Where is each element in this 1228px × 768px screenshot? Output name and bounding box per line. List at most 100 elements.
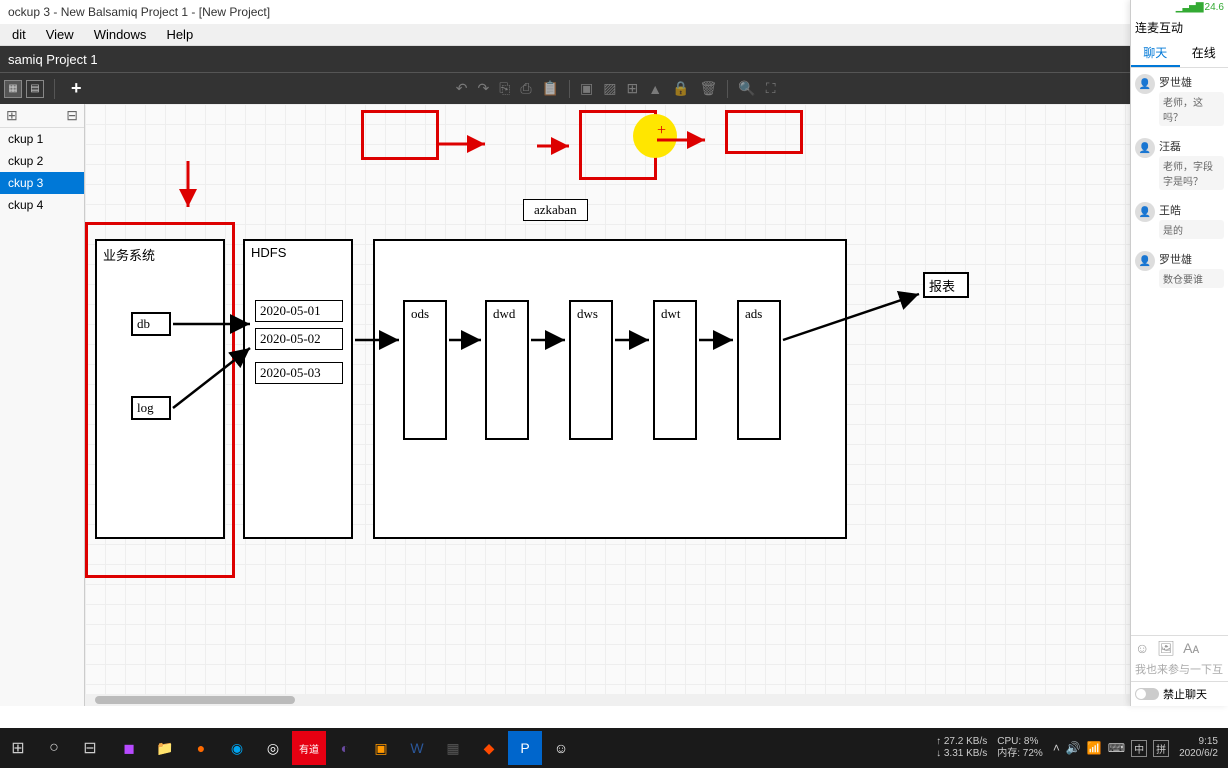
menu-edit[interactable]: dit: [4, 25, 34, 44]
horizontal-scrollbar[interactable]: [85, 694, 1136, 706]
app-youdao-icon[interactable]: 有道: [292, 731, 326, 765]
app-eclipse-icon[interactable]: ◐: [328, 731, 362, 765]
image-icon[interactable]: 🖼: [1157, 640, 1175, 657]
sidebar-item-mockup4[interactable]: ckup 4: [0, 194, 84, 216]
tray-up-icon[interactable]: ˄: [1053, 741, 1060, 755]
annotation-box-1: [361, 110, 439, 160]
app-chrome-icon[interactable]: ◎: [256, 731, 290, 765]
avatar-icon: 👤: [1135, 251, 1155, 271]
app-sublime-icon[interactable]: ▣: [364, 731, 398, 765]
project-header: samiq Project 1: [0, 46, 1228, 72]
app-generic-icon[interactable]: ◆: [472, 731, 506, 765]
app-smile-icon[interactable]: ☺: [544, 731, 578, 765]
chat-input-area: ☺ 🖼 Aᴀ 我也来参与一下互: [1131, 635, 1228, 681]
app-explorer-icon[interactable]: 📁: [148, 731, 182, 765]
chat-message: 👤 汪磊老师，字段字是吗？: [1131, 132, 1228, 196]
stage-ods[interactable]: ods: [403, 300, 447, 440]
front-icon[interactable]: ▲: [648, 81, 662, 97]
toolbar: ▦ ▤ + ↶ ↷ ⎘ ⎙ 📋 ▣ ▨ ⊞ ▲ 🔒 🗑 🔍 ⛶ 🔍 Quick …: [0, 72, 1228, 104]
sidebar-expand-icon[interactable]: ⊞: [6, 107, 18, 124]
db-box[interactable]: db: [131, 312, 171, 336]
net-stats: ↑ 27.2 KB/s↓ 3.31 KB/s: [936, 736, 987, 760]
sidebar-collapse-icon[interactable]: ⊟: [66, 107, 78, 124]
group-icon[interactable]: ▣: [580, 80, 593, 97]
undo-icon[interactable]: ↶: [456, 80, 468, 97]
taskview-icon[interactable]: ⊟: [76, 734, 104, 762]
project-title: samiq Project 1: [8, 52, 98, 67]
menu-help[interactable]: Help: [158, 25, 201, 44]
chat-messages: 👤 罗世雄老师，这吗？ 👤 汪磊老师，字段字是吗？ 👤 王皓是的 👤 罗世雄数仓…: [1131, 68, 1228, 635]
redo-icon[interactable]: ↷: [477, 80, 489, 97]
date-1[interactable]: 2020-05-01: [255, 300, 343, 322]
app-word-icon[interactable]: W: [400, 731, 434, 765]
menu-bar: dit View Windows Help: [0, 24, 1228, 46]
signal-value: 24.6: [1205, 2, 1224, 13]
clock[interactable]: 9:152020/6/2: [1179, 736, 1218, 760]
volume-icon[interactable]: 🔊: [1066, 741, 1081, 755]
cortana-icon[interactable]: ○: [40, 734, 68, 762]
stage-dwd[interactable]: dwd: [485, 300, 529, 440]
avatar-icon: 👤: [1135, 202, 1155, 222]
emoji-icon[interactable]: ☺: [1135, 640, 1149, 657]
font-icon[interactable]: Aᴀ: [1183, 640, 1199, 657]
avatar-icon: 👤: [1135, 74, 1155, 94]
chat-title: 连麦互动: [1131, 15, 1228, 40]
mute-toggle[interactable]: [1135, 688, 1159, 700]
wifi-icon[interactable]: 📶: [1087, 741, 1102, 755]
stage-ads[interactable]: ads: [737, 300, 781, 440]
log-box[interactable]: log: [131, 396, 171, 420]
menu-windows[interactable]: Windows: [86, 25, 155, 44]
annotation-box-3: [725, 110, 803, 154]
report-box[interactable]: 报表: [923, 272, 969, 298]
ime-zh[interactable]: 中: [1131, 740, 1147, 757]
chat-panel: ▁▃▅▇ 24.6 连麦互动 聊天 在线 👤 罗世雄老师，这吗？ 👤 汪磊老师，…: [1130, 0, 1228, 706]
paste-icon[interactable]: ⎙: [520, 80, 531, 97]
stage-dwt[interactable]: dwt: [653, 300, 697, 440]
app-edge-icon[interactable]: ◉: [220, 731, 254, 765]
sys-stats: CPU: 8%内存: 72%: [997, 736, 1043, 760]
chat-input[interactable]: 我也来参与一下互: [1135, 661, 1224, 677]
ime-pin[interactable]: 拼: [1153, 740, 1169, 757]
date-3[interactable]: 2020-05-03: [255, 362, 343, 384]
highlight-circle: [633, 114, 677, 158]
add-mockup-button[interactable]: +: [65, 78, 88, 99]
clipboard-icon[interactable]: 📋: [542, 80, 559, 97]
sidebar-item-mockup2[interactable]: ckup 2: [0, 150, 84, 172]
app-p-icon[interactable]: P: [508, 731, 542, 765]
zoom-icon[interactable]: 🔍: [738, 80, 755, 97]
start-icon[interactable]: ⊞: [4, 734, 32, 762]
copy-icon[interactable]: ⎘: [499, 80, 510, 97]
ungroup-icon[interactable]: ▨: [603, 80, 616, 97]
trash-icon[interactable]: 🗑: [700, 80, 718, 97]
signal-icon: ▁▃▅▇: [1176, 2, 1203, 13]
app-intellij-icon[interactable]: ◼: [112, 731, 146, 765]
window-titlebar: ockup 3 - New Balsamiq Project 1 - [New …: [0, 0, 1228, 24]
chat-message: 👤 罗世雄老师，这吗？: [1131, 68, 1228, 132]
biz-system-box[interactable]: 业务系统: [95, 239, 225, 539]
mute-label: 禁止聊天: [1163, 686, 1207, 702]
chat-message: 👤 罗世雄数仓要谁: [1131, 245, 1228, 294]
sidebar-item-mockup1[interactable]: ckup 1: [0, 128, 84, 150]
menu-view[interactable]: View: [38, 25, 82, 44]
taskbar: ⊞ ○ ⊟ ◼ 📁 ● ◉ ◎ 有道 ◐ ▣ W ▦ ◆ P ☺ ↑ 27.2 …: [0, 728, 1228, 768]
mockup-sidebar: ⊞ ⊟ ckup 1 ckup 2 ckup 3 ckup 4: [0, 104, 85, 706]
stage-dws[interactable]: dws: [569, 300, 613, 440]
sidebar-item-mockup3[interactable]: ckup 3: [0, 172, 84, 194]
lock-icon[interactable]: 🔒: [672, 80, 689, 97]
date-2[interactable]: 2020-05-02: [255, 328, 343, 350]
keyboard-icon[interactable]: ⌨: [1108, 741, 1125, 755]
avatar-icon: 👤: [1135, 138, 1155, 158]
view-grid-icon[interactable]: ▦: [4, 80, 22, 98]
app-vm-icon[interactable]: ▦: [436, 731, 470, 765]
canvas-area[interactable]: + azkaban 业务系统 db log HDFS 2020-05-01 20…: [85, 104, 1148, 706]
window-title: ockup 3 - New Balsamiq Project 1 - [New …: [8, 5, 270, 19]
chat-message: 👤 王皓是的: [1131, 196, 1228, 245]
hdfs-box[interactable]: HDFS: [243, 239, 353, 539]
chat-tab-online[interactable]: 在线: [1180, 40, 1228, 67]
azkaban-label[interactable]: azkaban: [523, 199, 588, 221]
chat-tab-chat[interactable]: 聊天: [1131, 40, 1180, 67]
align-icon[interactable]: ⊞: [627, 80, 639, 97]
app-firefox-icon[interactable]: ●: [184, 731, 218, 765]
fullscreen-icon[interactable]: ⛶: [766, 80, 776, 97]
view-list-icon[interactable]: ▤: [26, 80, 44, 98]
